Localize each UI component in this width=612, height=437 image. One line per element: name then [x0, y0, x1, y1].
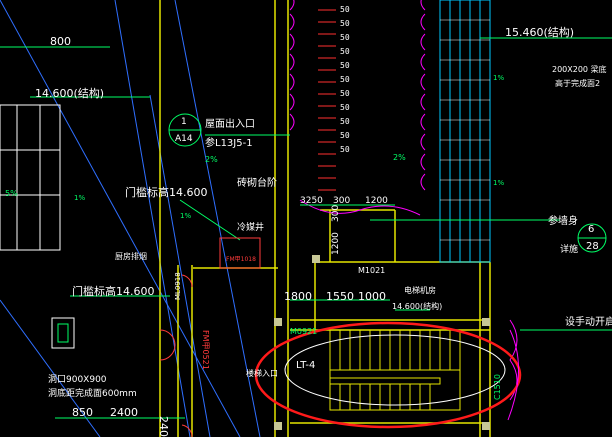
hatch-value: 50 [340, 89, 350, 98]
dim-1200: 1200 [365, 196, 388, 206]
hatch-value: 50 [340, 61, 350, 70]
kitchen-vent: 厨房排烟 [115, 251, 147, 261]
slope-pct-1b: 1% [180, 212, 191, 220]
ref-standard: 参L13J5-1 [205, 136, 253, 149]
door-sill-label-1: 门槛标高14.600 [125, 185, 208, 199]
right-grid-hatch [440, 19, 490, 241]
beam-spec: 200X200 梁底 [552, 64, 607, 74]
cold-well-label: 冷媒井 [237, 221, 264, 233]
callout-sheet: A14 [175, 134, 193, 144]
dim-1550: 1550 [326, 290, 354, 303]
door-m2-label: M0921 [290, 327, 317, 336]
hatch-value: 50 [340, 145, 350, 154]
stair-note: 楼梯入口 [246, 368, 278, 378]
hole-height: 洞底距完成面600mm [48, 387, 137, 399]
window-inner [57, 323, 69, 343]
hatch-value: 50 [340, 75, 350, 84]
stair-tag: LT-4 [296, 360, 315, 371]
door-sill-label-2: 门槛标高14.600 [72, 284, 155, 298]
cad-plan-svg: 50 50 50 50 50 50 50 50 50 50 50 800 14.… [0, 0, 612, 437]
dim-300-vert: 300 [331, 205, 341, 222]
hatch-numbers: 50 50 50 50 50 50 50 50 50 50 50 [340, 5, 350, 154]
slope-pct-1a: 1% [74, 194, 85, 202]
columns [274, 255, 490, 430]
hatch-value: 50 [340, 47, 350, 56]
hatch-value: 50 [340, 117, 350, 126]
door-m1021: M1021 [358, 266, 385, 275]
door-fmb-label: FM甲0521 [201, 330, 210, 370]
elevator-room: 电梯机房 [404, 285, 436, 295]
wall-callout-sub: 28 [586, 241, 599, 252]
dim-1000: 1000 [358, 290, 386, 303]
hatch-value: 50 [340, 103, 350, 112]
slope-pct-2a: 2% [205, 155, 218, 164]
slope-pct-2b: 2% [393, 153, 406, 162]
dim-1800: 1800 [284, 290, 312, 303]
roof-exit-label: 屋面出入口 [205, 117, 255, 130]
right-grid-panel [439, 0, 491, 263]
door-fm-label: FM甲1018 [226, 256, 256, 263]
dim-2400: 2400 [110, 406, 138, 419]
elevation-left: 14.600(结构) [35, 86, 104, 100]
hole-size: 洞口900X900 [48, 374, 107, 385]
elevation-mid: 14.600(结构) [392, 301, 442, 311]
beam-note: 高于完成面2 [555, 78, 600, 88]
dim-850: 850 [72, 406, 93, 419]
hatch-value: 50 [340, 5, 350, 14]
roof-stripes [318, 9, 336, 191]
vertical-tag: C1510 [493, 374, 502, 400]
wall-parapet: 参墙身 [548, 214, 578, 227]
hatch-value: 50 [340, 33, 350, 42]
roof-grid [0, 104, 61, 251]
hatch-value: 50 [340, 131, 350, 140]
hatch-value: 50 [340, 19, 350, 28]
dim-800: 800 [50, 35, 71, 48]
dim-3250: 3250 [300, 196, 323, 206]
slope-pct-1c: 1% [493, 179, 504, 187]
wall-detail: 详施 [560, 243, 578, 255]
callout-number: 1 [181, 117, 187, 127]
dim-300: 300 [333, 196, 350, 206]
elevation-right: 15.460(结构) [505, 25, 574, 39]
guide-lines [0, 0, 261, 437]
brick-steps: 砖砌台阶 [237, 176, 277, 189]
door-ml-label: ML0918 [174, 272, 182, 300]
dim-1200-vert: 1200 [331, 232, 341, 255]
cad-drawing-canvas[interactable]: 50 50 50 50 50 50 50 50 50 50 50 800 14.… [0, 0, 612, 437]
manual-open-label: 设手动开启 [565, 315, 612, 328]
slope-pct-1d: 1% [493, 74, 504, 82]
dim-2400-vert: 2400 [157, 416, 170, 437]
slope-pct-left: 5% [5, 189, 18, 198]
window-symbol [51, 317, 75, 349]
wall-callout-num: 6 [588, 224, 594, 235]
